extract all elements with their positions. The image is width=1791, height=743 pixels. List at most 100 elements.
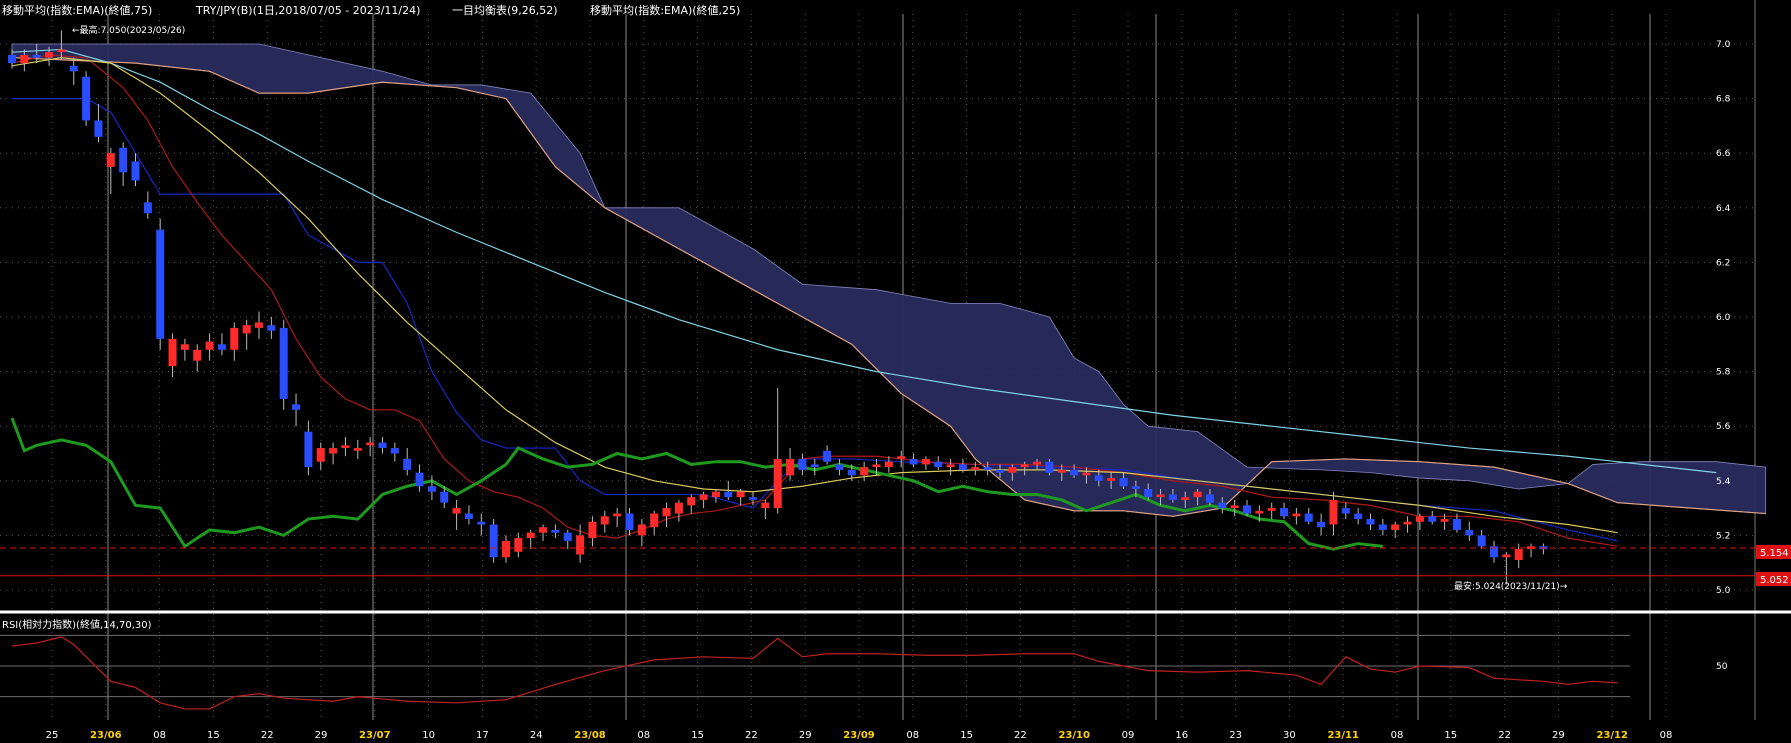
candle-body-83: [1033, 461, 1042, 465]
x-tick-label-20: 09: [1122, 730, 1135, 741]
candle-body-119: [1477, 535, 1486, 547]
candle-body-16: [205, 341, 214, 350]
candle-body-96: [1193, 491, 1202, 498]
candle-body-77: [958, 464, 967, 470]
y-tick-label-9: 5.2: [1716, 531, 1730, 541]
candle-body-62: [773, 458, 782, 509]
candle-body-45: [563, 532, 572, 541]
candle-body-9: [119, 147, 128, 173]
candle-body-12: [156, 229, 165, 339]
candle-body-73: [909, 458, 918, 465]
rsi-tick-label-0: 50: [1716, 662, 1728, 672]
header-ema25: 移動平均(指数:EMA)(終値,25): [590, 4, 741, 17]
candle-body-35: [440, 491, 449, 503]
candle-body-102: [1267, 508, 1276, 511]
x-tick-label-15: 23/09: [843, 730, 875, 741]
candle-body-28: [353, 448, 362, 451]
y-tick-label-3: 6.4: [1716, 204, 1731, 214]
candle-body-116: [1440, 519, 1449, 522]
candle-body-78: [971, 467, 980, 470]
candle-body-23: [292, 404, 301, 410]
candle-body-79: [983, 467, 992, 470]
x-tick-label-3: 15: [207, 730, 220, 741]
ref-price-tag: 5.052: [1760, 575, 1789, 586]
y-tick-label-10: 5.0: [1716, 586, 1731, 596]
candle-body-81: [1008, 467, 1017, 473]
x-tick-label-24: 23/11: [1327, 730, 1359, 741]
candle-body-84: [1045, 461, 1054, 473]
candle-body-39: [489, 524, 498, 558]
x-tick-label-22: 23: [1229, 730, 1242, 741]
x-tick-label-1: 23/06: [90, 730, 122, 741]
candle-body-67: [835, 464, 844, 470]
candle-body-38: [477, 521, 486, 525]
candle-body-92: [1144, 488, 1153, 498]
candle-body-58: [724, 491, 733, 498]
candle-body-82: [1020, 464, 1029, 468]
candle-body-52: [650, 513, 659, 528]
candle-body-26: [329, 448, 338, 454]
y-tick-label-4: 6.2: [1716, 258, 1730, 268]
candle-body-107: [1329, 499, 1338, 525]
candle-body-88: [1094, 475, 1103, 481]
high-annotation: ←最高:7.050(2023/05/26): [72, 24, 185, 36]
candle-body-89: [1107, 478, 1116, 481]
candle-body-54: [674, 502, 683, 514]
candle-body-4: [57, 49, 66, 53]
x-tick-label-16: 08: [906, 730, 919, 741]
candle-body-104: [1292, 513, 1301, 517]
candle-body-109: [1354, 513, 1363, 520]
candle-body-19: [242, 325, 251, 334]
candle-body-31: [390, 448, 399, 454]
candle-body-33: [415, 472, 424, 487]
x-tick-label-23: 30: [1283, 730, 1296, 741]
candle-body-113: [1403, 521, 1412, 525]
candle-body-15: [193, 349, 202, 361]
candle-body-21: [267, 325, 276, 331]
x-tick-label-2: 08: [153, 730, 166, 741]
candle-body-76: [946, 464, 955, 468]
candle-body-68: [847, 469, 856, 476]
candle-body-13: [168, 338, 177, 367]
candle-body-49: [613, 513, 622, 517]
candle-body-111: [1378, 524, 1387, 530]
candle-body-66: [823, 450, 832, 462]
candle-body-46: [576, 535, 585, 555]
candle-body-110: [1366, 519, 1375, 525]
candle-body-75: [934, 461, 943, 468]
candle-body-86: [1070, 469, 1079, 476]
candle-body-98: [1218, 502, 1227, 509]
candle-body-94: [1168, 494, 1177, 500]
candle-body-14: [180, 344, 189, 350]
y-tick-label-1: 6.8: [1716, 95, 1731, 105]
header-ema75: 移動平均(指数:EMA)(終値,75): [2, 4, 153, 17]
price-chart[interactable]: 50 7.0 6.8 6.6 6.4 6.2 6.0 5.8 5.6 5.4 5.2 5.0 25 23…: [0, 0, 1791, 743]
candle-body-91: [1131, 486, 1140, 489]
candle-body-114: [1415, 516, 1424, 522]
x-tick-label-9: 24: [530, 730, 543, 741]
y-tick-label-6: 5.8: [1716, 368, 1731, 378]
x-tick-label-11: 08: [637, 730, 650, 741]
candle-body-30: [378, 442, 387, 449]
candle-body-101: [1255, 510, 1264, 514]
candle-body-27: [341, 445, 350, 449]
x-tick-label-14: 29: [799, 730, 812, 741]
candle-body-10: [131, 161, 140, 181]
rsi-header: RSI(相対力指数)(終値,14,70,30): [2, 620, 152, 631]
candle-body-80: [996, 469, 1004, 473]
candle-body-103: [1280, 508, 1289, 517]
y-tick-label-7: 5.6: [1716, 422, 1731, 432]
x-tick-label-17: 15: [960, 730, 973, 741]
candle-body-60: [749, 497, 757, 500]
header-ichimoku: 一目均衡表(9,26,52): [452, 4, 558, 17]
candle-body-20: [255, 322, 263, 328]
x-tick-label-21: 16: [1175, 730, 1188, 741]
candle-body-121: [1502, 554, 1511, 558]
candle-body-24: [304, 431, 313, 468]
x-tick-label-29: 23/12: [1596, 730, 1628, 741]
candle-body-74: [921, 458, 930, 465]
candle-body-50: [625, 513, 634, 530]
candle-body-105: [1304, 513, 1313, 522]
candle-body-17: [217, 344, 226, 350]
candle-body-72: [897, 456, 906, 459]
